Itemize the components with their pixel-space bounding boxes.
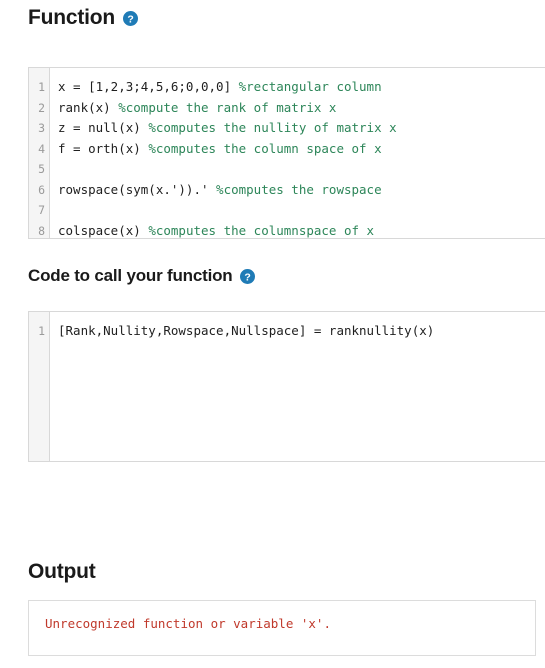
code-line: f = orth(x) %computes the column space o…	[58, 139, 545, 160]
code-comment: %compute the rank of matrix x	[118, 99, 337, 115]
output-panel: Unrecognized function or variable 'x'.	[28, 600, 536, 656]
line-number: 4	[38, 141, 45, 156]
line-number: 5	[38, 162, 45, 176]
line-number: 2	[38, 100, 45, 115]
svg-text:?: ?	[245, 271, 251, 283]
code-line: [Rank,Nullity,Rowspace,Nullspace] = rank…	[58, 321, 545, 342]
call-code-editor[interactable]: 1 [Rank,Nullity,Rowspace,Nullspace] = ra…	[28, 311, 545, 462]
code-text: z = null(x)	[58, 120, 149, 135]
code-line: rowspace(sym(x.')).' %computes the rowsp…	[58, 180, 545, 201]
code-text: rank(x)	[58, 99, 119, 115]
code-line: x = [1,2,3;4,5,6;0,0,0] %rectangular col…	[58, 77, 545, 98]
code-text: rowspace(sym(x.')).'	[58, 181, 217, 197]
code-line: z = null(x) %computes the nullity of mat…	[58, 118, 545, 139]
output-title: Output	[28, 560, 96, 583]
line-number: 8	[38, 223, 45, 238]
line-number: 1	[38, 324, 45, 338]
code-text: f = orth(x)	[58, 140, 149, 156]
code-text: [Rank,Nullity,Rowspace,Nullspace] = rank…	[58, 323, 435, 338]
code-comment: %rectangular column	[238, 79, 382, 94]
help-circle-icon[interactable]: ?	[240, 268, 256, 284]
line-number: 7	[38, 203, 45, 217]
function-section-heading: Function ?	[28, 6, 139, 30]
assessment-page: Function ? 1 2 3 4 5 6 7 8 x = [1,2,3;4,…	[0, 0, 545, 668]
function-code-editor[interactable]: 1 2 3 4 5 6 7 8 x = [1,2,3;4,5,6;0,0,0] …	[28, 67, 545, 239]
output-section-heading: Output	[28, 560, 96, 584]
code-text: colspace(x)	[58, 222, 149, 238]
code-comment: %computes the column space of x	[148, 140, 382, 156]
code-line: colspace(x) %computes the columnspace of…	[58, 221, 545, 239]
call-code-title: Code to call your function	[28, 266, 233, 285]
line-number: 1	[38, 80, 45, 94]
function-code-content[interactable]: x = [1,2,3;4,5,6;0,0,0] %rectangular col…	[50, 68, 545, 238]
code-comment: %computes the columnspace of x	[148, 222, 375, 238]
code-text: x = [1,2,3;4,5,6;0,0,0]	[58, 79, 239, 94]
call-code-editor-gutter: 1	[29, 312, 50, 461]
call-code-section-heading: Code to call your function ?	[28, 266, 256, 286]
page-title: Function	[28, 6, 116, 29]
svg-text:?: ?	[127, 13, 133, 25]
code-line: rank(x) %compute the rank of matrix x	[58, 98, 545, 119]
code-comment: %computes the rowspace	[216, 181, 382, 197]
line-number: 6	[38, 182, 45, 197]
help-circle-icon[interactable]: ?	[123, 10, 139, 26]
function-editor-gutter: 1 2 3 4 5 6 7 8	[29, 68, 50, 238]
code-comment: %computes the nullity of matrix x	[148, 120, 397, 135]
line-number: 3	[38, 121, 45, 135]
call-code-content[interactable]: [Rank,Nullity,Rowspace,Nullspace] = rank…	[50, 312, 545, 461]
error-message: Unrecognized function or variable 'x'.	[45, 616, 331, 631]
